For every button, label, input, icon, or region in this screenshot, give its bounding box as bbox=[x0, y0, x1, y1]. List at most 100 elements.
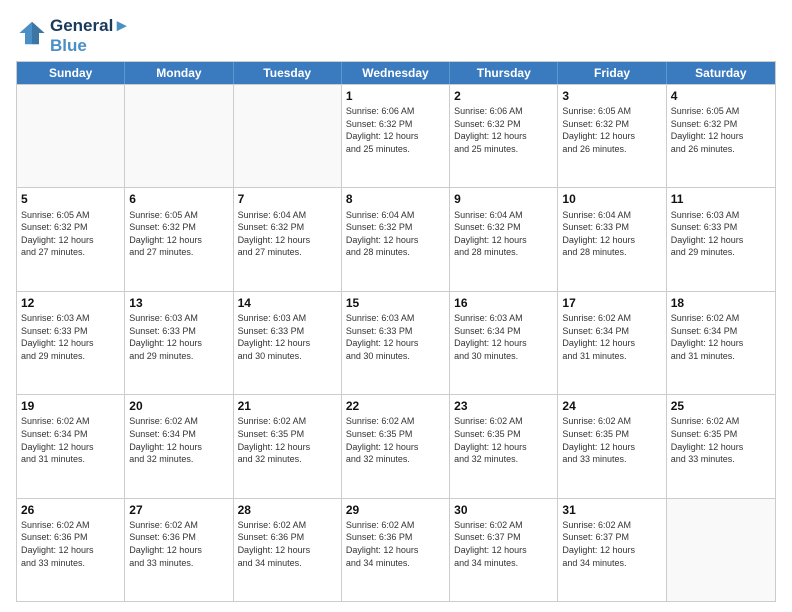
header-day-saturday: Saturday bbox=[667, 62, 775, 84]
page: General► Blue SundayMondayTuesdayWednesd… bbox=[0, 0, 792, 612]
day-info: Sunrise: 6:02 AM Sunset: 6:35 PM Dayligh… bbox=[238, 415, 337, 465]
day-number: 14 bbox=[238, 295, 337, 311]
day-number: 22 bbox=[346, 398, 445, 414]
day-number: 25 bbox=[671, 398, 771, 414]
day-info: Sunrise: 6:04 AM Sunset: 6:32 PM Dayligh… bbox=[238, 209, 337, 259]
day-info: Sunrise: 6:02 AM Sunset: 6:37 PM Dayligh… bbox=[562, 519, 661, 569]
day-cell-26: 26Sunrise: 6:02 AM Sunset: 6:36 PM Dayli… bbox=[17, 499, 125, 601]
day-number: 23 bbox=[454, 398, 553, 414]
day-info: Sunrise: 6:04 AM Sunset: 6:33 PM Dayligh… bbox=[562, 209, 661, 259]
day-number: 21 bbox=[238, 398, 337, 414]
logo-text-line1: General► bbox=[50, 16, 130, 36]
day-info: Sunrise: 6:05 AM Sunset: 6:32 PM Dayligh… bbox=[671, 105, 771, 155]
day-info: Sunrise: 6:05 AM Sunset: 6:32 PM Dayligh… bbox=[562, 105, 661, 155]
day-cell-16: 16Sunrise: 6:03 AM Sunset: 6:34 PM Dayli… bbox=[450, 292, 558, 394]
week-row-4: 19Sunrise: 6:02 AM Sunset: 6:34 PM Dayli… bbox=[17, 394, 775, 497]
day-info: Sunrise: 6:02 AM Sunset: 6:35 PM Dayligh… bbox=[562, 415, 661, 465]
day-cell-7: 7 Sunrise: 6:04 AM Sunset: 6:32 PM Daylig… bbox=[234, 188, 342, 290]
day-number: 5 bbox=[21, 191, 120, 207]
header-day-wednesday: Wednesday bbox=[342, 62, 450, 84]
day-number: 12 bbox=[21, 295, 120, 311]
day-cell-3: 3Sunrise: 6:05 AM Sunset: 6:32 PM Daylig… bbox=[558, 85, 666, 187]
day-cell-13: 13Sunrise: 6:03 AM Sunset: 6:33 PM Dayli… bbox=[125, 292, 233, 394]
empty-cell-w0c1 bbox=[125, 85, 233, 187]
day-info: Sunrise: 6:02 AM Sunset: 6:37 PM Dayligh… bbox=[454, 519, 553, 569]
day-info: Sunrise: 6:05 AM Sunset: 6:32 PM Dayligh… bbox=[21, 209, 120, 259]
day-number: 17 bbox=[562, 295, 661, 311]
empty-cell-w4c6 bbox=[667, 499, 775, 601]
day-cell-6: 6Sunrise: 6:05 AM Sunset: 6:32 PM Daylig… bbox=[125, 188, 233, 290]
day-info: Sunrise: 6:02 AM Sunset: 6:34 PM Dayligh… bbox=[21, 415, 120, 465]
day-number: 19 bbox=[21, 398, 120, 414]
header-day-tuesday: Tuesday bbox=[234, 62, 342, 84]
day-cell-31: 31Sunrise: 6:02 AM Sunset: 6:37 PM Dayli… bbox=[558, 499, 666, 601]
header-day-monday: Monday bbox=[125, 62, 233, 84]
day-info: Sunrise: 6:05 AM Sunset: 6:32 PM Dayligh… bbox=[129, 209, 228, 259]
day-cell-18: 18Sunrise: 6:02 AM Sunset: 6:34 PM Dayli… bbox=[667, 292, 775, 394]
week-row-3: 12Sunrise: 6:03 AM Sunset: 6:33 PM Dayli… bbox=[17, 291, 775, 394]
day-cell-15: 15Sunrise: 6:03 AM Sunset: 6:33 PM Dayli… bbox=[342, 292, 450, 394]
logo-icon bbox=[18, 19, 46, 47]
day-info: Sunrise: 6:04 AM Sunset: 6:32 PM Dayligh… bbox=[346, 209, 445, 259]
day-number: 8 bbox=[346, 191, 445, 207]
empty-cell-w0c0 bbox=[17, 85, 125, 187]
day-info: Sunrise: 6:04 AM Sunset: 6:32 PM Dayligh… bbox=[454, 209, 553, 259]
day-info: Sunrise: 6:03 AM Sunset: 6:33 PM Dayligh… bbox=[21, 312, 120, 362]
day-cell-14: 14Sunrise: 6:03 AM Sunset: 6:33 PM Dayli… bbox=[234, 292, 342, 394]
calendar-header-row: SundayMondayTuesdayWednesdayThursdayFrid… bbox=[17, 62, 775, 84]
day-number: 10 bbox=[562, 191, 661, 207]
day-number: 13 bbox=[129, 295, 228, 311]
day-info: Sunrise: 6:03 AM Sunset: 6:33 PM Dayligh… bbox=[346, 312, 445, 362]
day-info: Sunrise: 6:06 AM Sunset: 6:32 PM Dayligh… bbox=[346, 105, 445, 155]
day-cell-17: 17Sunrise: 6:02 AM Sunset: 6:34 PM Dayli… bbox=[558, 292, 666, 394]
day-cell-4: 4Sunrise: 6:05 AM Sunset: 6:32 PM Daylig… bbox=[667, 85, 775, 187]
day-cell-5: 5 Sunrise: 6:05 AM Sunset: 6:32 PM Daylig… bbox=[17, 188, 125, 290]
day-cell-29: 29Sunrise: 6:02 AM Sunset: 6:36 PM Dayli… bbox=[342, 499, 450, 601]
day-number: 7 bbox=[238, 191, 337, 207]
day-number: 29 bbox=[346, 502, 445, 518]
day-number: 31 bbox=[562, 502, 661, 518]
day-cell-20: 20Sunrise: 6:02 AM Sunset: 6:34 PM Dayli… bbox=[125, 395, 233, 497]
header: General► Blue bbox=[16, 12, 776, 55]
day-number: 18 bbox=[671, 295, 771, 311]
week-row-5: 26Sunrise: 6:02 AM Sunset: 6:36 PM Dayli… bbox=[17, 498, 775, 601]
logo: General► Blue bbox=[16, 16, 130, 55]
day-cell-10: 10 Sunrise: 6:04 AM Sunset: 6:33 PM Dayli… bbox=[558, 188, 666, 290]
day-info: Sunrise: 6:03 AM Sunset: 6:33 PM Dayligh… bbox=[129, 312, 228, 362]
day-info: Sunrise: 6:02 AM Sunset: 6:34 PM Dayligh… bbox=[129, 415, 228, 465]
day-info: Sunrise: 6:02 AM Sunset: 6:35 PM Dayligh… bbox=[454, 415, 553, 465]
day-number: 11 bbox=[671, 191, 771, 207]
day-cell-11: 11Sunrise: 6:03 AM Sunset: 6:33 PM Dayli… bbox=[667, 188, 775, 290]
header-day-friday: Friday bbox=[558, 62, 666, 84]
day-info: Sunrise: 6:02 AM Sunset: 6:34 PM Dayligh… bbox=[671, 312, 771, 362]
day-cell-22: 22Sunrise: 6:02 AM Sunset: 6:35 PM Dayli… bbox=[342, 395, 450, 497]
day-number: 30 bbox=[454, 502, 553, 518]
day-info: Sunrise: 6:02 AM Sunset: 6:35 PM Dayligh… bbox=[346, 415, 445, 465]
day-cell-30: 30Sunrise: 6:02 AM Sunset: 6:37 PM Dayli… bbox=[450, 499, 558, 601]
day-cell-23: 23Sunrise: 6:02 AM Sunset: 6:35 PM Dayli… bbox=[450, 395, 558, 497]
header-day-sunday: Sunday bbox=[17, 62, 125, 84]
week-row-2: 5 Sunrise: 6:05 AM Sunset: 6:32 PM Daylig… bbox=[17, 187, 775, 290]
day-cell-2: 2Sunrise: 6:06 AM Sunset: 6:32 PM Daylig… bbox=[450, 85, 558, 187]
day-cell-12: 12Sunrise: 6:03 AM Sunset: 6:33 PM Dayli… bbox=[17, 292, 125, 394]
day-info: Sunrise: 6:06 AM Sunset: 6:32 PM Dayligh… bbox=[454, 105, 553, 155]
day-cell-25: 25Sunrise: 6:02 AM Sunset: 6:35 PM Dayli… bbox=[667, 395, 775, 497]
day-info: Sunrise: 6:02 AM Sunset: 6:36 PM Dayligh… bbox=[21, 519, 120, 569]
day-number: 15 bbox=[346, 295, 445, 311]
day-info: Sunrise: 6:02 AM Sunset: 6:35 PM Dayligh… bbox=[671, 415, 771, 465]
calendar: SundayMondayTuesdayWednesdayThursdayFrid… bbox=[16, 61, 776, 602]
day-number: 20 bbox=[129, 398, 228, 414]
week-row-1: 1Sunrise: 6:06 AM Sunset: 6:32 PM Daylig… bbox=[17, 84, 775, 187]
day-number: 26 bbox=[21, 502, 120, 518]
day-cell-1: 1Sunrise: 6:06 AM Sunset: 6:32 PM Daylig… bbox=[342, 85, 450, 187]
day-cell-8: 8 Sunrise: 6:04 AM Sunset: 6:32 PM Daylig… bbox=[342, 188, 450, 290]
day-number: 9 bbox=[454, 191, 553, 207]
day-info: Sunrise: 6:02 AM Sunset: 6:34 PM Dayligh… bbox=[562, 312, 661, 362]
day-info: Sunrise: 6:02 AM Sunset: 6:36 PM Dayligh… bbox=[238, 519, 337, 569]
day-number: 1 bbox=[346, 88, 445, 104]
day-cell-27: 27Sunrise: 6:02 AM Sunset: 6:36 PM Dayli… bbox=[125, 499, 233, 601]
logo-text-line2: Blue bbox=[50, 36, 130, 56]
day-number: 3 bbox=[562, 88, 661, 104]
day-info: Sunrise: 6:02 AM Sunset: 6:36 PM Dayligh… bbox=[129, 519, 228, 569]
empty-cell-w0c2 bbox=[234, 85, 342, 187]
